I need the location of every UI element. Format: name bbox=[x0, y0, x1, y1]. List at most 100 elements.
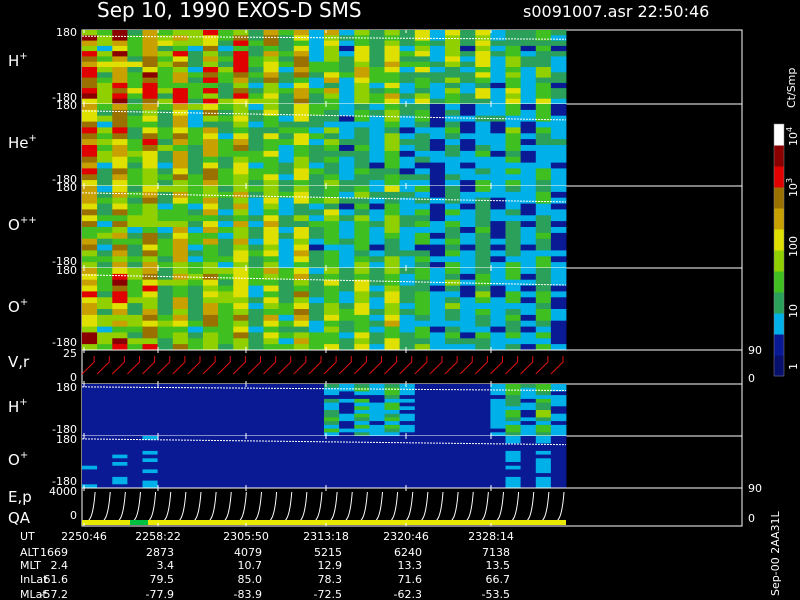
heatmap-cell bbox=[339, 67, 355, 73]
heatmap-cell bbox=[429, 417, 446, 422]
heatmap-cell bbox=[354, 402, 370, 407]
heatmap-cell bbox=[97, 203, 113, 210]
heatmap-cell bbox=[187, 174, 204, 181]
heatmap-cell bbox=[354, 447, 370, 452]
heatmap-cell bbox=[233, 402, 249, 407]
heatmap-cell bbox=[248, 51, 264, 57]
heatmap-cell bbox=[535, 35, 552, 41]
heatmap-cell bbox=[142, 250, 158, 257]
heatmap-cell bbox=[187, 268, 204, 275]
heatmap-cell bbox=[490, 473, 506, 478]
heatmap-cell bbox=[520, 326, 537, 333]
heatmap-cell bbox=[369, 320, 385, 327]
heatmap-cell bbox=[112, 72, 128, 78]
heatmap-cell bbox=[203, 168, 219, 175]
heatmap-cell bbox=[187, 156, 204, 163]
heatmap-cell bbox=[460, 121, 476, 128]
heatmap-cell bbox=[82, 291, 98, 298]
heatmap-cell bbox=[97, 186, 113, 193]
heatmap-cell bbox=[429, 297, 446, 304]
heatmap-cell bbox=[354, 458, 370, 463]
heatmap-cell bbox=[203, 398, 219, 403]
heatmap-cell bbox=[550, 72, 567, 78]
heatmap-cell bbox=[520, 421, 537, 426]
heatmap-cell bbox=[157, 209, 174, 216]
heatmap-cell bbox=[445, 93, 461, 100]
heatmap-cell bbox=[414, 77, 431, 84]
heatmap-cell bbox=[278, 104, 295, 111]
heatmap-cell bbox=[112, 303, 128, 310]
heatmap-cell bbox=[218, 462, 234, 467]
heatmap-cell bbox=[278, 443, 295, 448]
heatmap-cell bbox=[233, 413, 249, 418]
heatmap-cell bbox=[233, 250, 249, 257]
heatmap-cell bbox=[520, 244, 537, 251]
heatmap-cell bbox=[172, 180, 189, 187]
heatmap-cell bbox=[82, 232, 98, 240]
heatmap-cell bbox=[218, 88, 234, 94]
heatmap-cell bbox=[142, 417, 158, 422]
heatmap-cell bbox=[203, 279, 219, 286]
heatmap-cell bbox=[429, 268, 446, 275]
heatmap-cell bbox=[445, 109, 461, 117]
heatmap-cell bbox=[429, 180, 446, 187]
heatmap-cell bbox=[490, 476, 506, 481]
heatmap-cell bbox=[490, 309, 506, 316]
heatmap-cell bbox=[460, 465, 476, 470]
heatmap-cell bbox=[550, 51, 567, 57]
heatmap-cell bbox=[263, 215, 279, 222]
heatmap-cell bbox=[505, 279, 521, 286]
heatmap-cell bbox=[127, 244, 143, 251]
heatmap-cell bbox=[460, 344, 476, 351]
heatmap-cell bbox=[263, 320, 279, 327]
heatmap-cell bbox=[339, 30, 355, 36]
heatmap-cell bbox=[414, 413, 431, 418]
heatmap-cell bbox=[82, 61, 98, 68]
heatmap-cell bbox=[112, 139, 128, 146]
heatmap-cell bbox=[112, 447, 128, 452]
heatmap-cell bbox=[399, 221, 416, 228]
heatmap-cell bbox=[248, 168, 264, 175]
heatmap-cell bbox=[354, 424, 370, 429]
heatmap-cell bbox=[233, 56, 249, 63]
heatmap-cell bbox=[218, 180, 234, 187]
heatmap-cell bbox=[172, 45, 189, 52]
heatmap-cell bbox=[429, 197, 446, 204]
footer-mlt-4: 13.3 bbox=[398, 559, 423, 572]
heatmap-cell bbox=[112, 162, 128, 169]
heatmap-cell bbox=[369, 156, 385, 163]
heatmap-cell bbox=[475, 454, 491, 459]
heatmap-cell bbox=[550, 273, 567, 281]
heatmap-cell bbox=[308, 67, 325, 73]
heatmap-cell bbox=[263, 139, 279, 146]
heatmap-cell bbox=[248, 197, 264, 204]
heatmap-cell bbox=[97, 40, 113, 47]
heatmap-cell bbox=[248, 61, 264, 68]
heatmap-cell bbox=[263, 104, 279, 111]
heatmap-cell bbox=[308, 326, 325, 333]
footer-inlat-1: 79.5 bbox=[150, 573, 175, 586]
heatmap-cell bbox=[172, 56, 189, 63]
heatmap-cell bbox=[248, 244, 264, 251]
heatmap-cell bbox=[414, 104, 431, 111]
heatmap-cell bbox=[520, 209, 537, 216]
heatmap-cell bbox=[445, 244, 461, 251]
heatmap-cell bbox=[369, 387, 385, 392]
heatmap-cell bbox=[248, 462, 264, 467]
heatmap-cell bbox=[203, 291, 219, 298]
footer-mlt-5: 13.5 bbox=[486, 559, 511, 572]
heatmap-cell bbox=[490, 180, 506, 187]
heatmap-cell bbox=[263, 391, 279, 396]
heatmap-cell bbox=[112, 398, 128, 403]
heatmap-cell bbox=[263, 410, 279, 415]
heatmap-cell bbox=[142, 197, 158, 204]
heatmap-cell bbox=[172, 51, 189, 57]
heatmap-cell bbox=[172, 93, 189, 100]
footer-mlt-2: 10.7 bbox=[238, 559, 263, 572]
heatmap-cell bbox=[354, 88, 370, 94]
heatmap-cell bbox=[172, 398, 189, 403]
panel-label-h-plus: H+ bbox=[8, 51, 28, 70]
heatmap-cell bbox=[414, 127, 431, 134]
panel-frame bbox=[81, 349, 743, 385]
heatmap-cell bbox=[490, 262, 506, 269]
